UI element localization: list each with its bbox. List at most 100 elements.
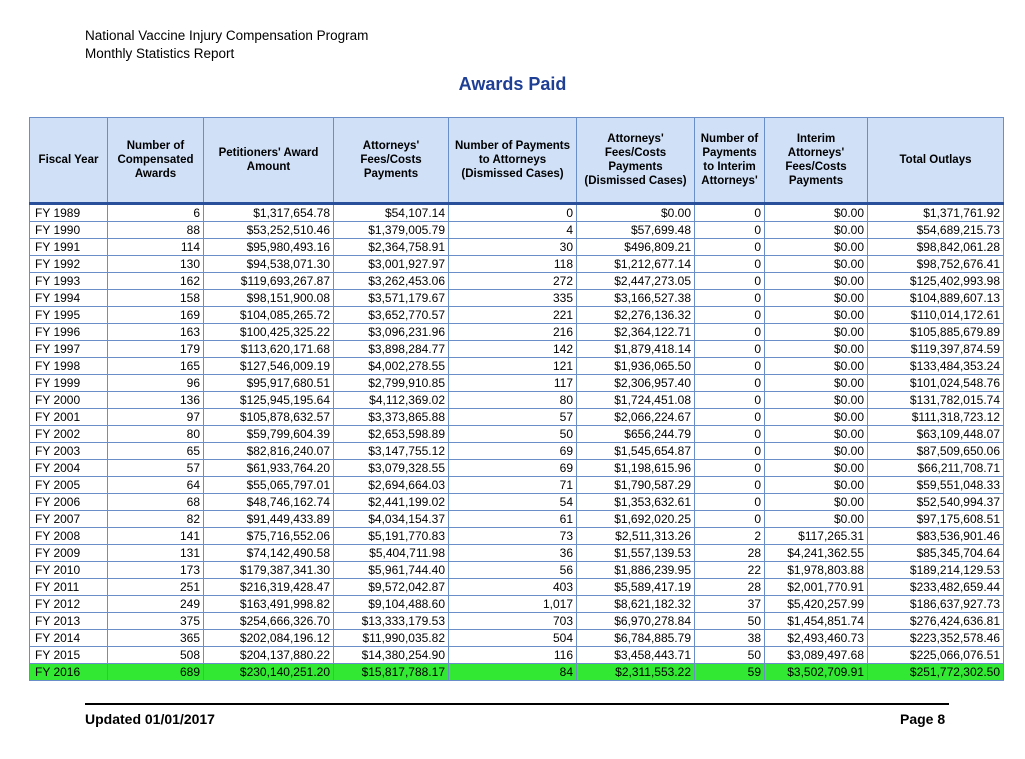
table-cell: 0 bbox=[694, 374, 765, 392]
table-cell: $1,454,851.74 bbox=[764, 612, 868, 630]
table-cell: $1,379,005.79 bbox=[333, 221, 449, 239]
table-cell: $97,175,608.51 bbox=[867, 510, 1004, 528]
table-cell: 84 bbox=[448, 663, 577, 681]
fiscal-year-cell: FY 1996 bbox=[29, 323, 108, 341]
fiscal-year-cell: FY 2005 bbox=[29, 476, 108, 494]
table-row: FY 1995 169 $104,085,265.72 $3,652,770.57 22… bbox=[29, 306, 1004, 324]
table-cell: 335 bbox=[448, 289, 577, 307]
table-cell: $104,085,265.72 bbox=[203, 306, 334, 324]
table-cell: $95,917,680.51 bbox=[203, 374, 334, 392]
table-row: FY 2011 251 $216,319,428.47 $9,572,042.87 40… bbox=[29, 578, 1004, 596]
fiscal-year-cell: FY 2007 bbox=[29, 510, 108, 528]
fiscal-year-cell: FY 1991 bbox=[29, 238, 108, 256]
table-row: FY 1992 130 $94,538,071.30 $3,001,927.97 118… bbox=[29, 255, 1004, 273]
table-cell: $230,140,251.20 bbox=[203, 663, 334, 681]
table-cell: $3,898,284.77 bbox=[333, 340, 449, 358]
table-row: FY 2013 375 $254,666,326.70 $13,333,179.53 7… bbox=[29, 612, 1004, 630]
column-header: Number of Payments to Interim Attorneys' bbox=[694, 117, 765, 204]
table-cell: 56 bbox=[448, 561, 577, 579]
table-cell: $110,014,172.61 bbox=[867, 306, 1004, 324]
table-cell: $2,493,460.73 bbox=[764, 629, 868, 647]
column-header: Total Outlays bbox=[867, 117, 1004, 204]
table-cell: 22 bbox=[694, 561, 765, 579]
fiscal-year-cell: FY 2014 bbox=[29, 629, 108, 647]
table-cell: $251,772,302.50 bbox=[867, 663, 1004, 681]
column-header: Number of Payments to Attorneys (Dismiss… bbox=[448, 117, 577, 204]
table-cell: 57 bbox=[107, 459, 204, 477]
table-cell: $54,689,215.73 bbox=[867, 221, 1004, 239]
table-cell: 65 bbox=[107, 442, 204, 460]
table-cell: $4,112,369.02 bbox=[333, 391, 449, 409]
table-cell: $3,166,527.38 bbox=[576, 289, 695, 307]
table-body: FY 1989 6 $1,317,654.78 $54,107.14 0 $0.00 0 $0… bbox=[29, 203, 1004, 681]
table-cell: $3,458,443.71 bbox=[576, 646, 695, 664]
table-cell: 0 bbox=[694, 323, 765, 341]
table-cell: 57 bbox=[448, 408, 577, 426]
table-cell: $59,551,048.33 bbox=[867, 476, 1004, 494]
table-cell: $2,364,758.91 bbox=[333, 238, 449, 256]
table-cell: 0 bbox=[694, 221, 765, 239]
table-cell: $127,546,009.19 bbox=[203, 357, 334, 375]
table-cell: 508 bbox=[107, 646, 204, 664]
table-cell: $3,373,865.88 bbox=[333, 408, 449, 426]
table-cell: $254,666,326.70 bbox=[203, 612, 334, 630]
table-cell: 117 bbox=[448, 374, 577, 392]
table-cell: 73 bbox=[448, 527, 577, 545]
table-cell: 689 bbox=[107, 663, 204, 681]
table-cell: 0 bbox=[694, 391, 765, 409]
table-cell: $91,449,433.89 bbox=[203, 510, 334, 528]
report-header: National Vaccine Injury Compensation Pro… bbox=[85, 27, 368, 63]
table-cell: $189,214,129.53 bbox=[867, 561, 1004, 579]
table-cell: $1,879,418.14 bbox=[576, 340, 695, 358]
fiscal-year-cell: FY 1998 bbox=[29, 357, 108, 375]
table-cell: $111,318,723.12 bbox=[867, 408, 1004, 426]
table-row: FY 2001 97 $105,878,632.57 $3,373,865.88 57 $… bbox=[29, 408, 1004, 426]
table-cell: $6,970,278.84 bbox=[576, 612, 695, 630]
table-cell: $0.00 bbox=[764, 323, 868, 341]
table-row: FY 2006 68 $48,746,162.74 $2,441,199.02 54 $1… bbox=[29, 493, 1004, 511]
table-cell: $0.00 bbox=[764, 203, 868, 222]
table-cell: $2,799,910.85 bbox=[333, 374, 449, 392]
table-cell: $95,980,493.16 bbox=[203, 238, 334, 256]
table-cell: 116 bbox=[448, 646, 577, 664]
table-cell: 59 bbox=[694, 663, 765, 681]
table-cell: $125,402,993.98 bbox=[867, 272, 1004, 290]
table-cell: $11,990,035.82 bbox=[333, 629, 449, 647]
table-cell: 71 bbox=[448, 476, 577, 494]
table-cell: $3,096,231.96 bbox=[333, 323, 449, 341]
table-row: FY 1999 96 $95,917,680.51 $2,799,910.85 117 $… bbox=[29, 374, 1004, 392]
table-cell: $3,502,709.91 bbox=[764, 663, 868, 681]
fiscal-year-cell: FY 1994 bbox=[29, 289, 108, 307]
table-cell: $1,353,632.61 bbox=[576, 493, 695, 511]
table-row: FY 1994 158 $98,151,900.08 $3,571,179.67 335… bbox=[29, 289, 1004, 307]
table-cell: $98,151,900.08 bbox=[203, 289, 334, 307]
table-cell: $125,945,195.64 bbox=[203, 391, 334, 409]
table-cell: 114 bbox=[107, 238, 204, 256]
table-cell: 30 bbox=[448, 238, 577, 256]
table-cell: 403 bbox=[448, 578, 577, 596]
table-cell: 249 bbox=[107, 595, 204, 613]
table-cell: 221 bbox=[448, 306, 577, 324]
table-cell: $0.00 bbox=[764, 442, 868, 460]
table-cell: $5,191,770.83 bbox=[333, 527, 449, 545]
table-cell: $1,936,065.50 bbox=[576, 357, 695, 375]
table-cell: $87,509,650.06 bbox=[867, 442, 1004, 460]
table-cell: $2,364,122.71 bbox=[576, 323, 695, 341]
table-cell: $119,397,874.59 bbox=[867, 340, 1004, 358]
fiscal-year-cell: FY 2016 bbox=[29, 663, 108, 681]
table-cell: $0.00 bbox=[764, 425, 868, 443]
table-cell: $63,109,448.07 bbox=[867, 425, 1004, 443]
column-header: Petitioners' Award Amount bbox=[203, 117, 334, 204]
table-cell: 28 bbox=[694, 578, 765, 596]
table-cell: $105,878,632.57 bbox=[203, 408, 334, 426]
fiscal-year-cell: FY 2010 bbox=[29, 561, 108, 579]
table-cell: $3,147,755.12 bbox=[333, 442, 449, 460]
table-row: FY 2002 80 $59,799,604.39 $2,653,598.89 50 $6… bbox=[29, 425, 1004, 443]
table-cell: 80 bbox=[107, 425, 204, 443]
table-cell: 0 bbox=[694, 357, 765, 375]
table-cell: 69 bbox=[448, 442, 577, 460]
fiscal-year-cell: FY 1995 bbox=[29, 306, 108, 324]
table-cell: $113,620,171.68 bbox=[203, 340, 334, 358]
table-cell: $0.00 bbox=[764, 272, 868, 290]
fiscal-year-cell: FY 2001 bbox=[29, 408, 108, 426]
